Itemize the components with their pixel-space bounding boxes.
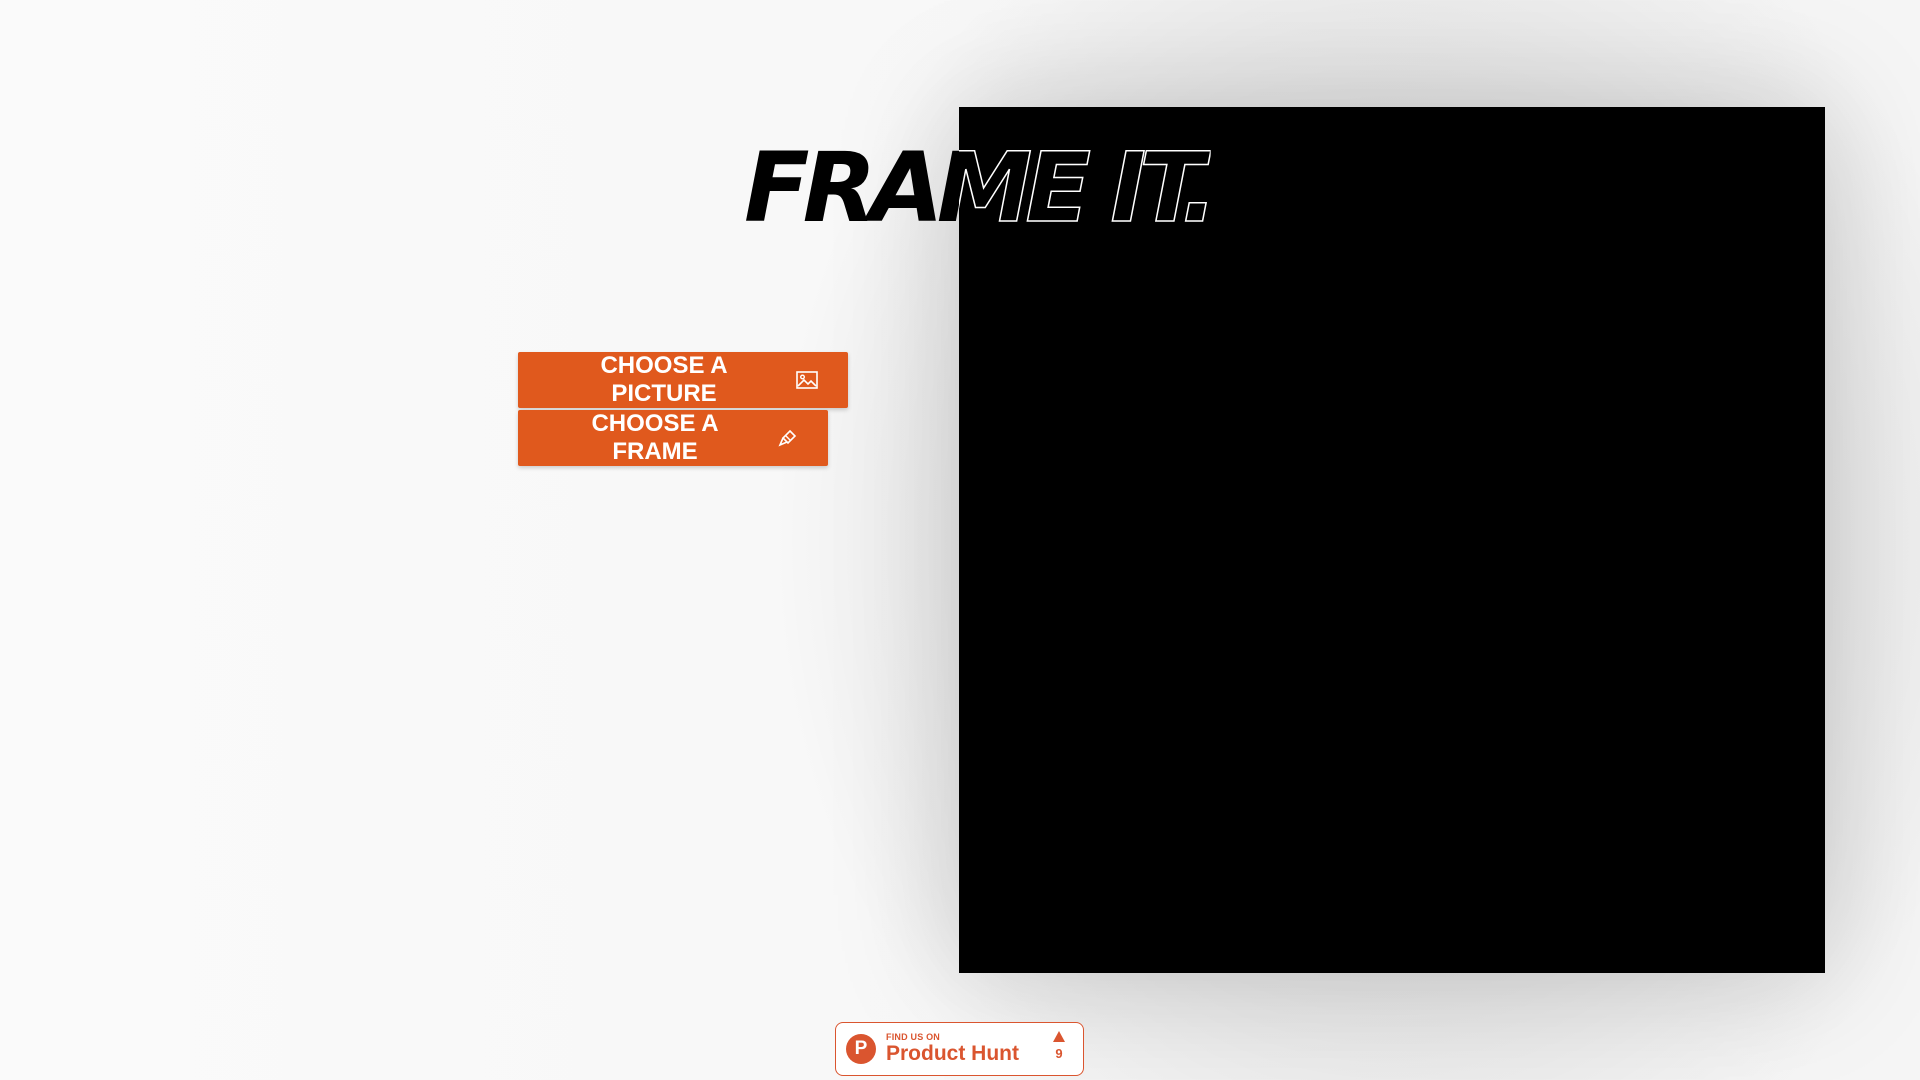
brush-icon xyxy=(778,428,798,448)
upvote-count: 9 xyxy=(1055,1046,1063,1061)
upvote-arrow-icon xyxy=(1053,1031,1065,1042)
image-icon xyxy=(796,371,818,389)
choose-picture-label: CHOOSE A PICTURE xyxy=(600,352,728,407)
product-hunt-logo-icon: P xyxy=(846,1034,876,1064)
choose-picture-button[interactable]: CHOOSE A PICTURE xyxy=(518,352,848,408)
product-hunt-name: Product Hunt xyxy=(886,1042,1019,1065)
choose-frame-button[interactable]: CHOOSE A FRAME xyxy=(518,410,828,466)
product-hunt-small-text: FIND US ON xyxy=(886,1032,941,1042)
product-hunt-badge[interactable]: P FIND US ON Product Hunt 9 xyxy=(835,1022,1084,1076)
choose-frame-label: CHOOSE A FRAME xyxy=(591,410,719,465)
product-hunt-text: FIND US ON Product Hunt xyxy=(886,1032,1019,1066)
preview-canvas[interactable] xyxy=(959,107,1825,973)
product-hunt-upvotes: 9 xyxy=(1053,1031,1065,1061)
